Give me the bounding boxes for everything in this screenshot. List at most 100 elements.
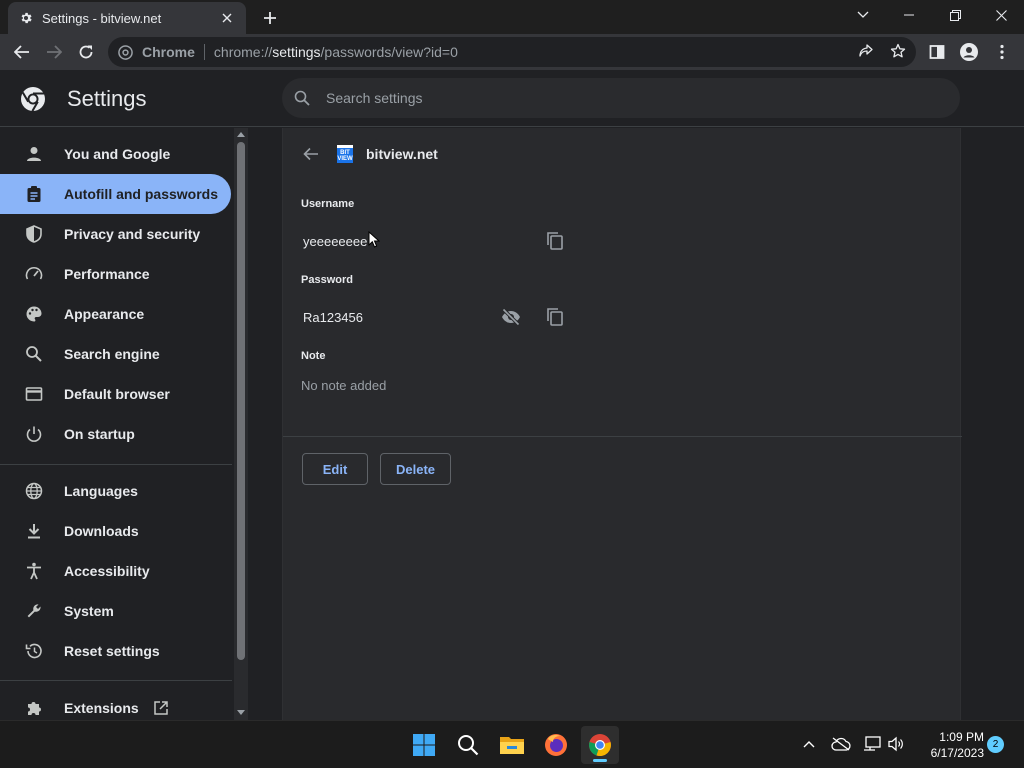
search-icon[interactable] (449, 726, 487, 764)
scroll-up-arrow-icon[interactable] (237, 132, 245, 137)
browser-icon (23, 383, 45, 405)
notification-badge[interactable]: 2 (987, 736, 1004, 753)
sidebar-divider (0, 464, 232, 465)
file-explorer-icon[interactable] (493, 726, 531, 764)
sidebar-item-accessibility[interactable]: Accessibility (0, 551, 231, 591)
username-value[interactable]: yeeeeeeee (303, 234, 367, 249)
sidebar-item-label: System (64, 603, 114, 619)
back-arrow-icon[interactable] (299, 142, 323, 166)
bookmark-star-icon[interactable] (887, 40, 909, 62)
sidebar-item-label: Performance (64, 266, 150, 282)
minimize-icon[interactable] (886, 0, 932, 30)
sidebar-item-system[interactable]: System (0, 591, 231, 631)
forward-icon[interactable] (40, 38, 68, 66)
sidebar-item-default-browser[interactable]: Default browser (0, 374, 231, 414)
search-icon (292, 88, 312, 108)
note-label: Note (301, 350, 326, 362)
sidebar-scrollbar[interactable] (234, 128, 248, 720)
edit-button[interactable]: Edit (302, 453, 368, 485)
sidebar-item-appearance[interactable]: Appearance (0, 294, 231, 334)
show-hidden-icons-chevron-icon[interactable] (798, 733, 820, 755)
chrome-logo-icon (20, 86, 46, 112)
sidebar-item-label: Languages (64, 483, 138, 499)
sidebar-item-label: Reset settings (64, 643, 160, 659)
delete-button[interactable]: Delete (380, 453, 451, 485)
windows-taskbar: 1:09 PM 6/17/2023 2 (0, 720, 1024, 768)
settings-search-box[interactable] (282, 78, 960, 118)
system-clock[interactable]: 1:09 PM 6/17/2023 (914, 729, 984, 761)
network-icon[interactable] (861, 733, 883, 755)
sidebar-item-label: Autofill and passwords (64, 186, 219, 202)
search-icon (23, 343, 45, 365)
active-app-indicator (593, 759, 607, 762)
back-icon[interactable] (8, 38, 36, 66)
username-label: Username (301, 198, 355, 210)
sidebar-item-performance[interactable]: Performance (0, 254, 231, 294)
download-icon (23, 520, 45, 542)
wrench-icon (23, 600, 45, 622)
search-input[interactable] (326, 90, 926, 106)
new-tab-icon[interactable] (258, 6, 282, 30)
scroll-thumb[interactable] (237, 142, 245, 660)
copy-password-icon[interactable] (543, 305, 567, 329)
profile-avatar-icon[interactable] (955, 38, 983, 66)
accessibility-icon (23, 560, 45, 582)
sidebar-item-languages[interactable]: Languages (0, 471, 231, 511)
password-label: Password (301, 274, 353, 286)
copy-username-icon[interactable] (543, 229, 567, 253)
volume-icon[interactable] (885, 733, 907, 755)
restore-icon[interactable] (932, 0, 978, 30)
mouse-cursor-icon (368, 230, 381, 249)
note-value: No note added (301, 378, 387, 393)
external-link-icon (153, 700, 169, 716)
onedrive-cloud-icon[interactable] (830, 733, 852, 755)
sidebar-divider (0, 680, 232, 681)
chrome-site-icon (118, 44, 134, 60)
tab-search-chevron-icon[interactable] (840, 0, 886, 30)
tab-settings[interactable]: Settings - bitview.net (8, 2, 246, 34)
side-panel-icon[interactable] (923, 38, 951, 66)
sidebar-item-label: Extensions (64, 700, 139, 716)
hide-password-eye-icon[interactable] (499, 305, 523, 329)
puzzle-icon (23, 697, 45, 719)
tab-strip: Settings - bitview.net (0, 0, 1024, 34)
password-detail-card: BIT VIEW bitview.net Username yeeeeeeee … (282, 128, 962, 720)
settings-header: Settings (0, 70, 1024, 127)
sidebar-item-label: You and Google (64, 146, 171, 162)
windows-start-icon[interactable] (405, 726, 443, 764)
card-divider (283, 436, 962, 437)
globe-icon (23, 480, 45, 502)
sidebar-item-privacy-and-security[interactable]: Privacy and security (0, 214, 231, 254)
firefox-icon[interactable] (537, 726, 575, 764)
url-text: chrome://settings/passwords/view?id=0 (213, 44, 458, 60)
clock-time: 1:09 PM (939, 730, 984, 744)
shield-icon (23, 223, 45, 245)
sidebar-item-autofill-and-passwords[interactable]: Autofill and passwords (0, 174, 231, 214)
clock-date: 6/17/2023 (930, 746, 984, 760)
gear-icon (18, 10, 34, 26)
sidebar-item-downloads[interactable]: Downloads (0, 511, 231, 551)
clipboard-icon (23, 183, 45, 205)
password-value[interactable]: Ra123456 (303, 310, 363, 325)
sidebar-item-label: Downloads (64, 523, 139, 539)
share-icon[interactable] (855, 40, 877, 62)
tab-title: Settings - bitview.net (42, 10, 162, 26)
speedometer-icon (23, 263, 45, 285)
sidebar-item-on-startup[interactable]: On startup (0, 414, 231, 454)
address-bar[interactable]: Chrome chrome://settings/passwords/view?… (108, 37, 916, 67)
sidebar-item-label: On startup (64, 426, 135, 442)
sidebar-item-reset-settings[interactable]: Reset settings (0, 631, 231, 671)
sidebar-item-search-engine[interactable]: Search engine (0, 334, 231, 374)
close-tab-icon[interactable] (218, 9, 236, 27)
sidebar-item-label: Default browser (64, 386, 170, 402)
close-window-icon[interactable] (978, 0, 1024, 30)
scroll-down-arrow-icon[interactable] (237, 710, 245, 715)
sidebar-item-label: Search engine (64, 346, 160, 362)
chrome-icon[interactable] (581, 726, 619, 764)
reload-icon[interactable] (72, 38, 100, 66)
site-favicon: BIT VIEW (337, 145, 353, 163)
more-menu-icon[interactable] (988, 38, 1016, 66)
person-icon (23, 143, 45, 165)
sidebar-item-label: Appearance (64, 306, 145, 322)
sidebar-item-you-and-google[interactable]: You and Google (0, 134, 231, 174)
